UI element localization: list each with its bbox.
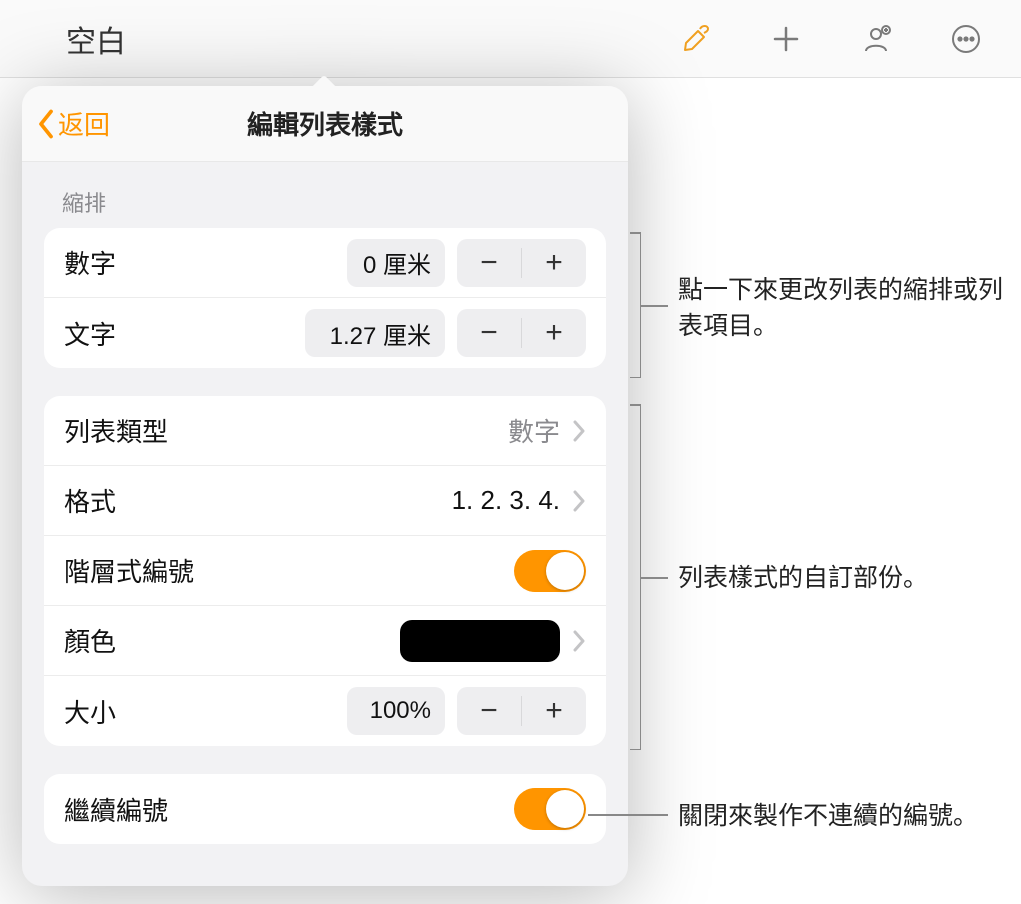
list-type-label: 列表類型 — [64, 412, 168, 449]
popover-header: 返回 編輯列表樣式 — [22, 86, 628, 162]
continue-numbering-toggle[interactable] — [514, 788, 586, 830]
size-label: 大小 — [64, 693, 116, 730]
chevron-right-icon — [572, 630, 586, 652]
number-indent-label: 數字 — [64, 244, 116, 281]
size-increment[interactable]: + — [522, 687, 586, 735]
text-indent-decrement[interactable]: − — [457, 309, 521, 357]
callout-line-custom — [640, 577, 668, 579]
format-value: 1. 2. 3. 4. — [452, 485, 560, 516]
number-indent-value[interactable]: 0 厘米 — [347, 239, 445, 287]
list-type-row[interactable]: 列表類型 數字 — [44, 396, 606, 466]
continue-group: 繼續編號 — [44, 774, 606, 844]
text-indent-label: 文字 — [64, 315, 116, 352]
chevron-right-icon — [572, 420, 586, 442]
number-indent-decrement[interactable]: − — [457, 239, 521, 287]
size-stepper: − + — [457, 687, 586, 735]
popover-title: 編輯列表樣式 — [247, 105, 403, 142]
size-decrement[interactable]: − — [457, 687, 521, 735]
tiered-numbering-row: 階層式編號 — [44, 536, 606, 606]
chevron-right-icon — [572, 490, 586, 512]
indent-section-label: 縮排 — [62, 186, 606, 218]
number-indent-row: 數字 0 厘米 − + — [44, 228, 606, 298]
size-row: 大小 100% − + — [44, 676, 606, 746]
popover-body: 縮排 數字 0 厘米 − + 文字 1.27 厘米 — [22, 162, 628, 886]
callout-continue: 關閉來製作不連續的編號。 — [678, 798, 978, 834]
more-icon[interactable] — [921, 0, 1011, 78]
number-indent-stepper: − + — [457, 239, 586, 287]
list-type-value: 數字 — [508, 412, 560, 449]
back-button[interactable]: 返回 — [36, 105, 110, 142]
back-label: 返回 — [58, 105, 110, 142]
edit-list-style-popover: 返回 編輯列表樣式 縮排 數字 0 厘米 − + 文字 — [22, 86, 628, 886]
format-label: 格式 — [64, 482, 116, 519]
continue-numbering-label: 繼續編號 — [64, 791, 168, 828]
format-brush-icon[interactable] — [651, 0, 741, 78]
callout-line-indent — [640, 305, 668, 307]
text-indent-stepper: − + — [457, 309, 586, 357]
tiered-numbering-toggle[interactable] — [514, 550, 586, 592]
callout-line-continue — [588, 814, 668, 816]
color-swatch — [400, 620, 560, 662]
format-row[interactable]: 格式 1. 2. 3. 4. — [44, 466, 606, 536]
callout-indent: 點一下來更改列表的縮排或列表項目。 — [678, 272, 1021, 345]
tiered-numbering-label: 階層式編號 — [64, 552, 194, 589]
text-indent-increment[interactable]: + — [522, 309, 586, 357]
add-icon[interactable] — [741, 0, 831, 78]
size-value[interactable]: 100% — [347, 687, 445, 735]
text-indent-value[interactable]: 1.27 厘米 — [305, 309, 445, 357]
collaborate-icon[interactable] — [831, 0, 921, 78]
text-indent-row: 文字 1.27 厘米 − + — [44, 298, 606, 368]
toolbar: 空白 — [0, 0, 1021, 78]
color-row[interactable]: 顏色 — [44, 606, 606, 676]
color-label: 顏色 — [64, 622, 116, 659]
document-title: 空白 — [66, 17, 126, 61]
number-indent-increment[interactable]: + — [522, 239, 586, 287]
continue-numbering-row: 繼續編號 — [44, 774, 606, 844]
callout-custom: 列表樣式的自訂部份。 — [678, 560, 928, 596]
indent-group: 數字 0 厘米 − + 文字 1.27 厘米 − — [44, 228, 606, 368]
style-group: 列表類型 數字 格式 1. 2. 3. 4. 階層式編號 顏 — [44, 396, 606, 746]
